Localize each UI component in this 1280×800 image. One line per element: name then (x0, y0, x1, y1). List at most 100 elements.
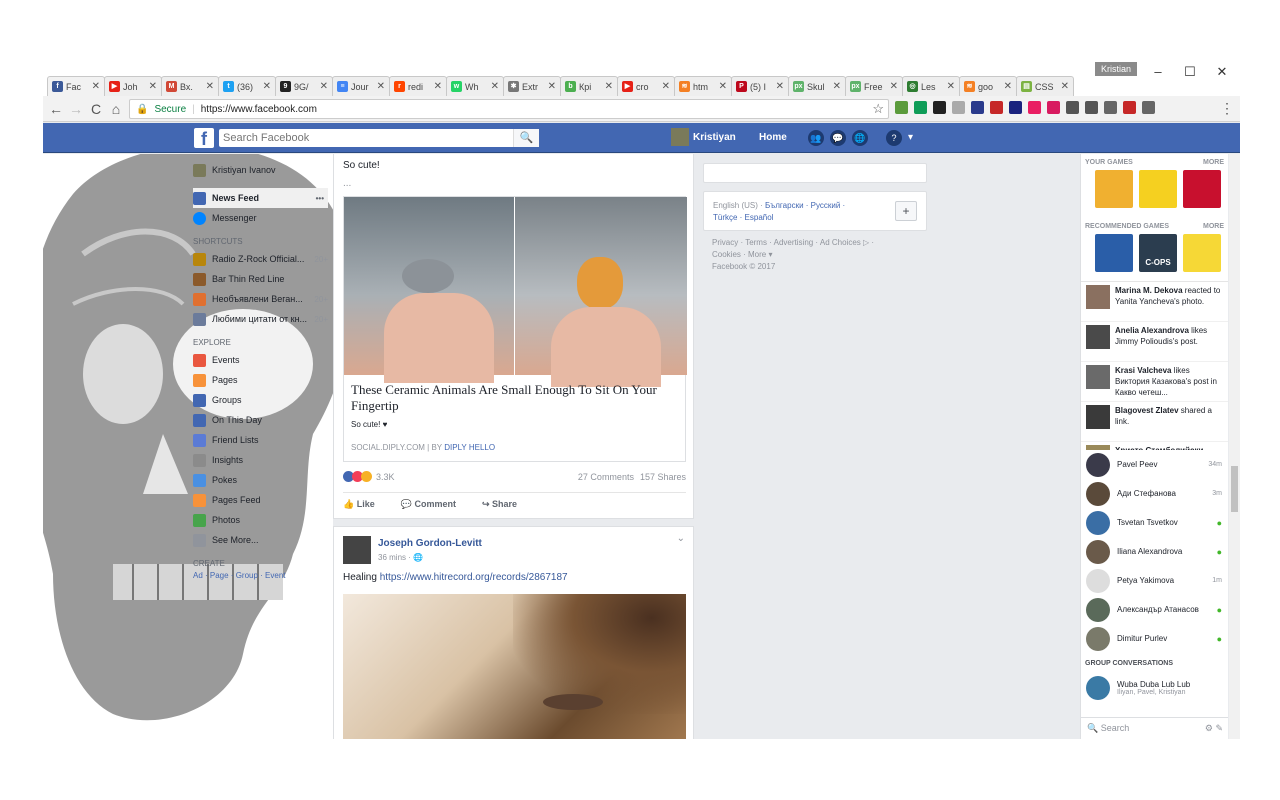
tab-close-icon[interactable]: ✕ (719, 81, 727, 92)
home-button[interactable]: ⌂ (107, 100, 125, 118)
chat-contact[interactable]: Александър Атанасов ● (1081, 595, 1228, 624)
chat-search[interactable]: 🔍 Search ⚙ ✎ (1081, 717, 1228, 739)
extension-icon[interactable] (1085, 101, 1098, 114)
tab-close-icon[interactable]: ✕ (491, 81, 499, 92)
post-image[interactable] (343, 594, 686, 739)
explore-item[interactable]: Groups (193, 390, 328, 410)
minimize-button[interactable]: – (1143, 64, 1173, 79)
extension-icon[interactable] (1066, 101, 1079, 114)
tab-6[interactable]: r redi ✕ (389, 76, 447, 96)
share-button[interactable]: ↪ Share (482, 499, 517, 510)
profile-badge[interactable]: Kristian (1095, 62, 1137, 76)
explore-item[interactable]: Friend Lists (193, 430, 328, 450)
more-recommended-link[interactable]: MORE (1203, 220, 1224, 234)
tab-4[interactable]: 9 9G/ ✕ (275, 76, 333, 96)
chat-contact[interactable]: Iliana Alexandrova ● (1081, 537, 1228, 566)
tab-close-icon[interactable]: ✕ (320, 81, 328, 92)
scrollbar-thumb[interactable] (1231, 466, 1238, 512)
reload-button[interactable]: C (87, 100, 105, 118)
tab-close-icon[interactable]: ✕ (149, 81, 157, 92)
facebook-logo[interactable]: f (194, 128, 214, 149)
tab-close-icon[interactable]: ✕ (605, 81, 613, 92)
friend-requests-icon[interactable]: 👥 (808, 130, 824, 146)
tab-close-icon[interactable]: ✕ (890, 81, 898, 92)
tab-close-icon[interactable]: ✕ (1004, 81, 1012, 92)
explore-item[interactable]: Insights (193, 450, 328, 470)
ticker-story[interactable]: Marina M. Dekova reacted to Yanita Yanch… (1081, 282, 1228, 322)
extension-icon[interactable] (971, 101, 984, 114)
tab-10[interactable]: ▶ cro ✕ (617, 76, 675, 96)
chat-contact[interactable]: Pavel Peev 34m (1081, 450, 1228, 479)
post-options-chevron-icon[interactable]: ⌄ (677, 533, 685, 544)
more-options-icon[interactable]: ••• (316, 194, 324, 203)
recommended-game-tile[interactable]: C-OPS (1139, 234, 1177, 272)
messenger-nav-item[interactable]: Messenger (193, 208, 328, 228)
extension-icon[interactable] (1047, 101, 1060, 114)
search-icon[interactable]: 🔍 (513, 129, 539, 147)
extension-icon[interactable] (1104, 101, 1117, 114)
extension-icon[interactable] (933, 101, 946, 114)
your-game-tile[interactable] (1183, 170, 1221, 208)
facebook-search-input[interactable] (219, 129, 539, 147)
tab-close-icon[interactable]: ✕ (776, 81, 784, 92)
ticker-story[interactable]: Blagovest Zlatev shared a link. (1081, 402, 1228, 442)
address-bar[interactable]: 🔒 Secure | https://www.facebook.com ☆ (129, 99, 889, 119)
add-language-button[interactable]: + (895, 201, 917, 221)
create-links[interactable]: Ad · Page · Group · Event (193, 571, 328, 580)
tab-17[interactable]: ▤ CSS ✕ (1016, 76, 1074, 96)
account-caret-icon[interactable]: ▾ (908, 130, 913, 146)
shortcut-item[interactable]: Любими цитати от кн... 20+ (193, 309, 328, 329)
chat-contact[interactable]: Tsvetan Tsvetkov ● (1081, 508, 1228, 537)
your-game-tile[interactable] (1139, 170, 1177, 208)
recommended-game-tile[interactable] (1183, 234, 1221, 272)
bookmark-star-icon[interactable]: ☆ (872, 101, 884, 117)
tab-close-icon[interactable]: ✕ (377, 81, 385, 92)
extension-icon[interactable] (895, 101, 908, 114)
chat-contact[interactable]: Petya Yakimova 1m (1081, 566, 1228, 595)
post-ellipsis[interactable]: ... (343, 178, 351, 189)
back-button[interactable]: ← (47, 100, 65, 118)
reaction-count[interactable]: 3.3K (376, 472, 395, 482)
news-feed-nav-item[interactable]: News Feed ••• (193, 188, 328, 208)
tab-16[interactable]: ≋ goo ✕ (959, 76, 1017, 96)
chat-contact[interactable]: Dimitur Purlev ● (1081, 624, 1228, 653)
footer-links[interactable]: Privacy · Terms · Advertising · Ad Choic… (703, 231, 903, 261)
post-author[interactable]: Joseph Gordon-Levitt (378, 538, 482, 549)
explore-item[interactable]: On This Day (193, 410, 328, 430)
tab-close-icon[interactable]: ✕ (1061, 81, 1069, 92)
notifications-globe-icon[interactable]: 🌐 (852, 130, 868, 146)
explore-item[interactable]: Pages (193, 370, 328, 390)
chat-search-input[interactable]: 🔍 Search (1087, 723, 1129, 734)
comment-count[interactable]: 27 Comments (578, 472, 634, 482)
tab-12[interactable]: P (5) I ✕ (731, 76, 789, 96)
tab-close-icon[interactable]: ✕ (434, 81, 442, 92)
tab-8[interactable]: ✱ Extr ✕ (503, 76, 561, 96)
extension-icon[interactable] (1009, 101, 1022, 114)
shortcut-item[interactable]: Необъявлени Веган... 20+ (193, 289, 328, 309)
tab-close-icon[interactable]: ✕ (206, 81, 214, 92)
author-avatar[interactable] (343, 536, 371, 564)
like-button[interactable]: 👍 Like (343, 499, 375, 510)
shortcut-item[interactable]: Bar Thin Red Line (193, 269, 328, 289)
tab-close-icon[interactable]: ✕ (833, 81, 841, 92)
share-count[interactable]: 157 Shares (640, 472, 686, 482)
tab-3[interactable]: t (36) ✕ (218, 76, 276, 96)
chrome-menu-icon[interactable]: ⋮ (1220, 100, 1234, 117)
home-link[interactable]: Home (759, 132, 787, 143)
explore-item[interactable]: Pages Feed (193, 490, 328, 510)
tab-13[interactable]: px Skul ✕ (788, 76, 846, 96)
your-game-tile[interactable] (1095, 170, 1133, 208)
maximize-button[interactable]: ☐ (1175, 64, 1205, 80)
explore-item[interactable]: Photos (193, 510, 328, 530)
tab-7[interactable]: w Wh ✕ (446, 76, 504, 96)
extension-icon[interactable] (990, 101, 1003, 114)
extension-icon[interactable] (1142, 101, 1155, 114)
tab-close-icon[interactable]: ✕ (548, 81, 556, 92)
chat-settings-icon[interactable]: ⚙ ✎ (1205, 723, 1223, 734)
close-window-button[interactable]: ✕ (1207, 64, 1237, 80)
profile-nav-item[interactable]: Kristiyan Ivanov (193, 160, 328, 180)
tab-14[interactable]: px Free ✕ (845, 76, 903, 96)
tab-1[interactable]: ▶ Joh ✕ (104, 76, 162, 96)
extension-icon[interactable] (914, 101, 927, 114)
ticker-story[interactable]: Krasi Valcheva likes Виктория Казакова's… (1081, 362, 1228, 402)
